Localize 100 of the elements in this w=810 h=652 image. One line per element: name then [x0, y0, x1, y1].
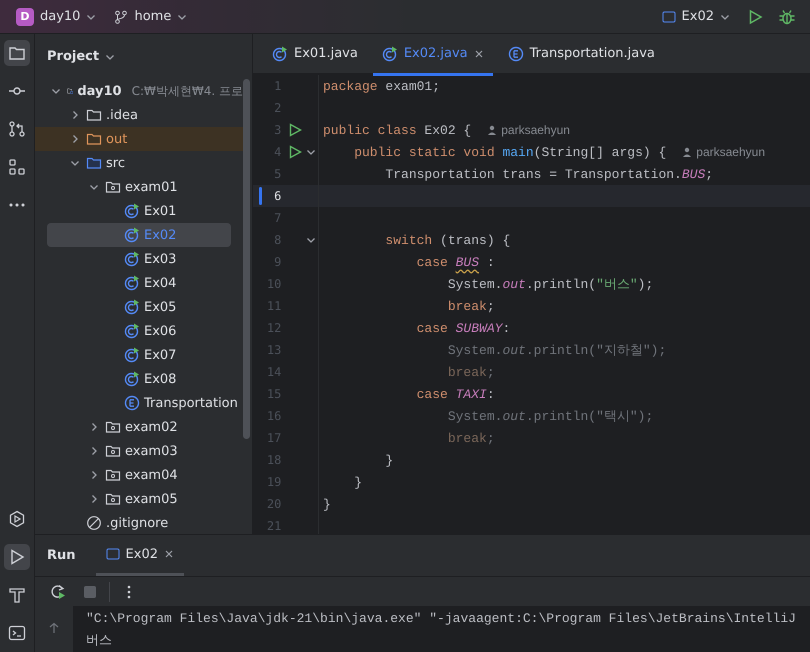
code-line: switch (trans) {	[384, 232, 510, 248]
code-line: case BUS :	[416, 254, 495, 270]
tree-item[interactable]: day10 C:₩박세현₩4. 프로	[35, 79, 243, 103]
run-icon	[747, 8, 763, 24]
class-icon	[124, 347, 140, 363]
tree-item[interactable]: .gitignore	[35, 511, 243, 534]
class-icon	[272, 46, 288, 62]
package-icon	[105, 491, 121, 507]
class-icon	[124, 251, 140, 267]
run-icon[interactable]	[288, 145, 302, 159]
code-line: System.out.println("지하철");	[446, 342, 666, 359]
code-line: System.out.println("택시");	[446, 408, 654, 425]
code-line: }	[353, 474, 362, 490]
tool-window-button[interactable]	[4, 544, 30, 570]
panel-title[interactable]: Project	[47, 49, 116, 64]
run-tab[interactable]: Ex02	[96, 535, 184, 576]
ignore-icon	[86, 515, 102, 531]
chevron-icon	[51, 86, 61, 96]
console-line: "C:\Program Files\Java\jdk-21\bin\java.exe" "-javaagent:C:\Program Files\JetBrains\IntelliJ	[86, 610, 796, 628]
chevron-icon	[70, 134, 80, 144]
author-hint[interactable]: parksaehyun	[501, 123, 570, 137]
structure-icon	[8, 158, 26, 176]
line-number: 6	[273, 189, 282, 203]
tree-item[interactable]: Ex08	[35, 367, 243, 391]
code-line: System.out.println("버스");	[446, 276, 654, 293]
class-icon	[124, 299, 140, 315]
terminal-icon	[8, 624, 26, 642]
package-icon	[105, 179, 121, 195]
folder-icon	[86, 155, 102, 171]
editor-tab[interactable]: Transportation.java	[498, 34, 664, 76]
chevron-icon	[89, 494, 99, 504]
close-icon[interactable]	[474, 48, 484, 58]
more-icon	[9, 203, 25, 207]
tree-item[interactable]: out	[35, 127, 243, 151]
class-icon	[124, 275, 140, 291]
tree-item[interactable]: Ex04	[35, 271, 243, 295]
class-icon	[124, 323, 140, 339]
tree-item[interactable]: Transportation	[35, 391, 243, 415]
chevron-icon	[89, 182, 99, 192]
editor-tab[interactable]: Ex01.java	[263, 34, 367, 76]
run-icon[interactable]	[288, 123, 302, 137]
scrollbar-thumb[interactable]	[243, 79, 250, 439]
bug-icon	[778, 8, 796, 26]
tree-item[interactable]: exam04	[35, 463, 243, 487]
branch-selector[interactable]: home	[108, 5, 194, 28]
fold-icon	[306, 235, 316, 245]
tree-item[interactable]: exam05	[35, 487, 243, 511]
package-icon	[105, 467, 121, 483]
code-line: case SUBWAY:	[416, 320, 510, 336]
tree-item[interactable]: Ex07	[35, 343, 243, 367]
tree-item[interactable]: src	[35, 151, 243, 175]
run-config-selector[interactable]: Ex02	[656, 5, 736, 28]
class-icon	[382, 46, 398, 62]
code-line: package exam01;	[322, 78, 440, 94]
class-icon	[124, 227, 140, 243]
tree-item[interactable]: Ex03	[35, 247, 243, 271]
fold-icon	[306, 147, 316, 157]
tree-item[interactable]: Ex06	[35, 319, 243, 343]
stop-icon	[83, 584, 97, 598]
project-path: C:₩박세현₩4. 프로	[132, 82, 243, 100]
code-line: public class Ex02 {	[322, 122, 472, 138]
tree-item[interactable]: Ex01	[35, 199, 243, 223]
code-line: case TAXI:	[416, 386, 495, 402]
class-icon	[124, 203, 140, 219]
project-badge: D	[16, 8, 34, 26]
close-icon[interactable]	[164, 549, 174, 559]
code-line: public static void main(String[] args) {	[353, 144, 666, 160]
services-icon	[8, 510, 26, 528]
person-icon	[682, 147, 692, 157]
enum-icon	[124, 395, 140, 411]
package-icon	[105, 419, 121, 435]
tree-item[interactable]: Ex05	[35, 295, 243, 319]
chevron-icon	[89, 470, 99, 480]
chevron-icon	[89, 422, 99, 432]
tool-window-button[interactable]	[4, 40, 30, 66]
console-line: 버스	[86, 632, 113, 650]
code-line: break;	[446, 298, 495, 314]
tree-item[interactable]: exam01	[35, 175, 243, 199]
package-icon	[105, 443, 121, 459]
panel-title: Run	[47, 548, 76, 563]
code-line: }	[322, 496, 331, 512]
project-selector[interactable]: D day10	[10, 4, 102, 30]
folder-icon	[86, 131, 102, 147]
folder-icon	[86, 107, 102, 123]
code-line: Transportation trans = Transportation.BUS;	[384, 166, 714, 182]
chevron-icon	[70, 110, 80, 120]
window-icon	[106, 547, 120, 561]
code-line: break;	[446, 430, 495, 446]
code-line: break;	[446, 364, 495, 380]
branch-icon	[114, 10, 128, 24]
scroll-up-icon[interactable]	[48, 622, 60, 634]
rerun-icon	[50, 584, 66, 600]
tree-item[interactable]: .idea	[35, 103, 243, 127]
pull-request-icon	[8, 120, 26, 138]
tree-item[interactable]: exam02	[35, 415, 243, 439]
window-icon	[662, 10, 676, 24]
author-hint[interactable]: parksaehyun	[696, 145, 765, 159]
tree-item[interactable]: exam03	[35, 439, 243, 463]
editor-tab[interactable]: Ex02.java	[372, 34, 493, 76]
class-icon	[124, 371, 140, 387]
